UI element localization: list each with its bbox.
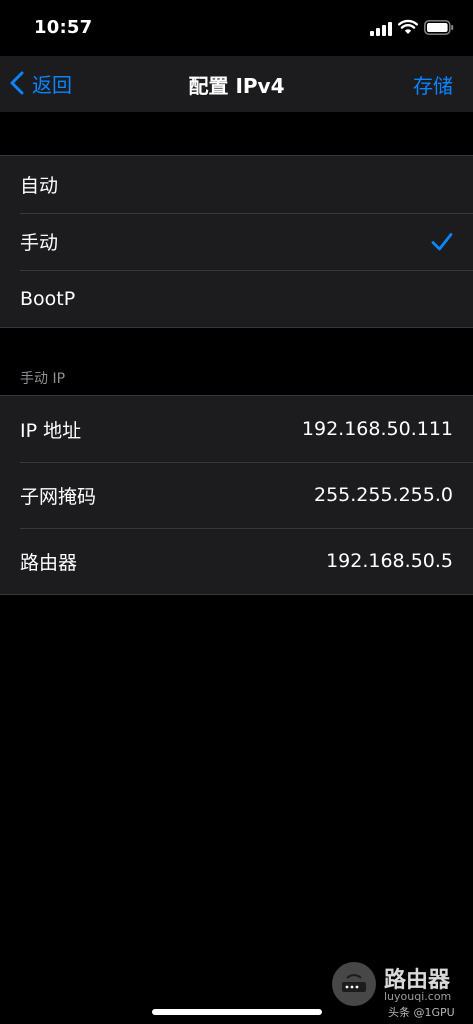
ip-address-field[interactable]: 192.168.50.111 [302,418,453,440]
router-field[interactable]: 192.168.50.5 [326,550,453,572]
save-button[interactable]: 存储 [413,70,453,99]
manual-ip-group: IP 地址 192.168.50.111 子网掩码 255.255.255.0 … [0,395,473,595]
status-time: 10:57 [34,17,93,38]
watermark-url: luyouqi.com [384,990,452,1003]
router-row[interactable]: 路由器 192.168.50.5 [0,528,473,594]
screen: 10:57 返回 配置 IPv4 存储 自动 手动 BootP 手动 IP IP… [0,0,473,1024]
option-label: 自动 [20,175,59,197]
subnet-mask-row[interactable]: 子网掩码 255.255.255.0 [0,462,473,528]
router-logo-icon [332,962,376,1006]
home-indicator[interactable] [152,1009,322,1015]
wifi-icon [398,19,418,34]
field-label: 子网掩码 [20,485,97,508]
battery-icon [424,20,454,35]
section-header-manual-ip: 手动 IP [20,371,66,387]
watermark: 路由器 luyouqi.com 头条 @1GPU [332,962,462,1019]
field-label: IP 地址 [20,419,82,442]
watermark-credit: 头条 @1GPU [388,1006,455,1019]
nav-bar: 返回 配置 IPv4 存储 [0,56,473,112]
option-label: 手动 [20,232,59,254]
option-label: BootP [20,287,76,310]
option-row-auto[interactable]: 自动 [0,156,473,213]
option-row-manual[interactable]: 手动 [0,213,473,270]
field-label: 路由器 [20,551,78,574]
checkmark-icon [431,232,453,250]
page-title: 配置 IPv4 [188,74,285,98]
subnet-mask-field[interactable]: 255.255.255.0 [314,484,453,506]
config-options-group: 自动 手动 BootP [0,155,473,328]
ip-address-row[interactable]: IP 地址 192.168.50.111 [0,396,473,462]
signal-icon [370,22,392,36]
status-bar: 10:57 [0,0,473,56]
option-row-bootp[interactable]: BootP [0,270,473,327]
